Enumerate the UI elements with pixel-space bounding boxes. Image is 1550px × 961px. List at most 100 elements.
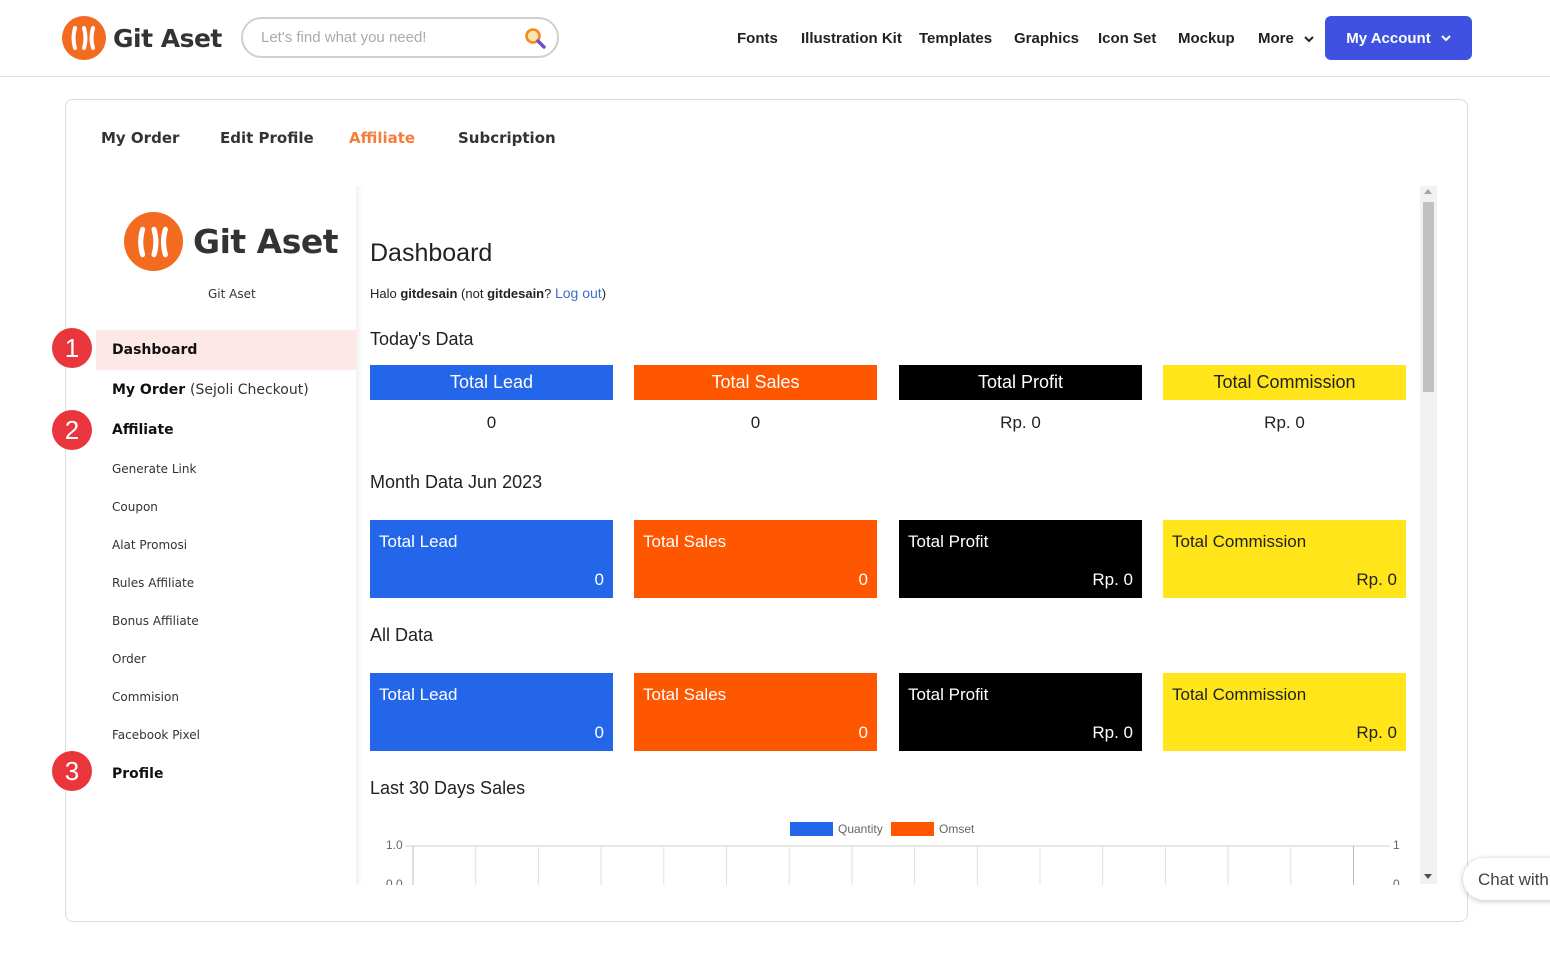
nav-more-label: More <box>1258 30 1294 47</box>
scroll-thumb[interactable] <box>1423 202 1434 392</box>
site-header: Git Aset Fonts Illustration Kit Template… <box>0 0 1550 77</box>
all-commission-value: Rp. 0 <box>1356 723 1397 742</box>
annotation-badge-1: 1 <box>52 328 92 368</box>
today-lead-value: 0 <box>486 413 497 432</box>
nav-icon-set[interactable]: Icon Set <box>1098 30 1156 47</box>
all-sales-card: Total Sales 0 <box>634 673 877 751</box>
tab-my-order[interactable]: My Order <box>101 129 179 147</box>
y-left-tick-top: 1.0 <box>386 838 403 852</box>
today-profit-header: Total Profit <box>899 365 1142 400</box>
sidebar-item-coupon[interactable]: Coupon <box>112 500 158 514</box>
all-sales-value: 0 <box>858 723 868 742</box>
sidebar-item-bonus-affiliate[interactable]: Bonus Affiliate <box>112 614 199 628</box>
nav-graphics[interactable]: Graphics <box>1014 30 1079 47</box>
all-sales-label: Total Sales <box>643 685 727 704</box>
logout-link[interactable]: Log out <box>555 285 602 301</box>
nav-more[interactable]: More <box>1258 30 1314 47</box>
scroll-up-icon[interactable] <box>1424 189 1432 194</box>
all-profit-card: Total Profit Rp. 0 <box>899 673 1142 751</box>
y-left-tick-bottom: 0.0 <box>386 877 403 885</box>
sidebar-item-order[interactable]: Order <box>112 652 146 666</box>
chevron-down-icon <box>1304 36 1314 43</box>
greeting-username: gitdesain <box>400 286 458 301</box>
nav-mockup[interactable]: Mockup <box>1178 30 1235 47</box>
sidebar-my-order-sub: (Sejoli Checkout) <box>190 382 309 398</box>
month-sales-label: Total Sales <box>643 532 727 551</box>
panel-edge <box>356 186 362 884</box>
sidebar-logo-text: Git Aset <box>193 222 339 261</box>
annotation-badge-3: 3 <box>52 751 92 791</box>
legend-quantity: Quantity <box>838 822 883 836</box>
annotation-badge-2: 2 <box>52 410 92 450</box>
month-sales-value: 0 <box>858 570 868 589</box>
sidebar-item-my-order[interactable]: My Order (Sejoli Checkout) <box>112 382 309 398</box>
greeting-end: ) <box>601 286 607 301</box>
greeting-mid: (not <box>457 286 488 301</box>
greeting: Halo gitdesain (not gitdesain? Log out) <box>370 285 606 301</box>
my-account-button[interactable]: My Account <box>1325 16 1472 60</box>
site-logo[interactable]: Git Aset <box>62 16 222 60</box>
chat-widget[interactable]: Chat with <box>1463 858 1550 900</box>
today-profit-value: Rp. 0 <box>1000 413 1041 432</box>
nav-fonts[interactable]: Fonts <box>737 30 778 47</box>
all-profit-label: Total Profit <box>908 685 989 704</box>
panel-scrollbar[interactable] <box>1420 186 1437 884</box>
month-lead-label: Total Lead <box>379 532 458 551</box>
greeting-question: ? <box>544 286 555 301</box>
sidebar-item-alat-promosi[interactable]: Alat Promosi <box>112 538 187 552</box>
search-icon[interactable] <box>523 26 547 50</box>
month-commission-value: Rp. 0 <box>1356 570 1397 589</box>
legend-omset: Omset <box>939 822 975 836</box>
section-all: All Data <box>370 625 434 645</box>
all-commission-card: Total Commission Rp. 0 <box>1163 673 1406 751</box>
month-profit-value: Rp. 0 <box>1092 570 1133 589</box>
sidebar-item-dashboard[interactable]: Dashboard <box>112 342 197 358</box>
sidebar-item-rules-affiliate[interactable]: Rules Affiliate <box>112 576 194 590</box>
greeting-prefix: Halo <box>370 286 401 301</box>
month-lead-value: 0 <box>594 570 604 589</box>
today-commission-value: Rp. 0 <box>1264 413 1305 432</box>
all-lead-value: 0 <box>594 723 604 742</box>
section-last30: Last 30 Days Sales <box>370 778 526 798</box>
month-commission-label: Total Commission <box>1172 532 1307 551</box>
today-lead-header: Total Lead <box>370 365 613 400</box>
logo-mark-icon <box>124 212 183 271</box>
all-profit-value: Rp. 0 <box>1092 723 1133 742</box>
today-sales-header: Total Sales <box>634 365 877 400</box>
month-sales-card: Total Sales 0 <box>634 520 877 598</box>
logo-text: Git Aset <box>113 23 222 53</box>
tab-edit-profile[interactable]: Edit Profile <box>220 129 314 147</box>
sidebar-item-affiliate[interactable]: Affiliate <box>112 422 174 438</box>
month-profit-card: Total Profit Rp. 0 <box>899 520 1142 598</box>
legend-swatch-omset <box>891 822 934 836</box>
all-lead-label: Total Lead <box>379 685 458 704</box>
sidebar-item-generate-link[interactable]: Generate Link <box>112 462 196 476</box>
search-input[interactable] <box>261 29 511 46</box>
month-profit-label: Total Profit <box>908 532 989 551</box>
month-commission-card: Total Commission Rp. 0 <box>1163 520 1406 598</box>
all-commission-label: Total Commission <box>1172 685 1307 704</box>
tab-affiliate[interactable]: Affiliate <box>349 129 415 147</box>
page-title: Dashboard <box>370 239 493 267</box>
my-account-label: My Account <box>1346 29 1431 47</box>
sales-chart <box>405 845 1390 885</box>
sidebar-item-facebook-pixel[interactable]: Facebook Pixel <box>112 728 200 742</box>
scroll-down-icon[interactable] <box>1424 874 1432 879</box>
chat-label: Chat with <box>1478 870 1549 889</box>
sidebar-my-order-label: My Order <box>112 382 186 398</box>
sidebar-item-commision[interactable]: Commision <box>112 690 179 704</box>
sidebar-caption: Git Aset <box>208 287 256 301</box>
logo-mark-icon <box>62 16 106 60</box>
sidebar-item-profile[interactable]: Profile <box>112 766 163 782</box>
nav-templates[interactable]: Templates <box>919 30 992 47</box>
chevron-down-icon <box>1441 35 1451 42</box>
sidebar-logo: Git Aset <box>124 212 339 271</box>
today-commission-header: Total Commission <box>1163 365 1406 400</box>
section-month: Month Data Jun 2023 <box>370 472 543 492</box>
greeting-username-2: gitdesain <box>487 286 545 301</box>
month-lead-card: Total Lead 0 <box>370 520 613 598</box>
tab-subcription[interactable]: Subcription <box>458 129 556 147</box>
legend-swatch-quantity <box>790 822 833 836</box>
search-box[interactable] <box>241 17 559 58</box>
nav-illustration-kit[interactable]: Illustration Kit <box>801 30 902 47</box>
